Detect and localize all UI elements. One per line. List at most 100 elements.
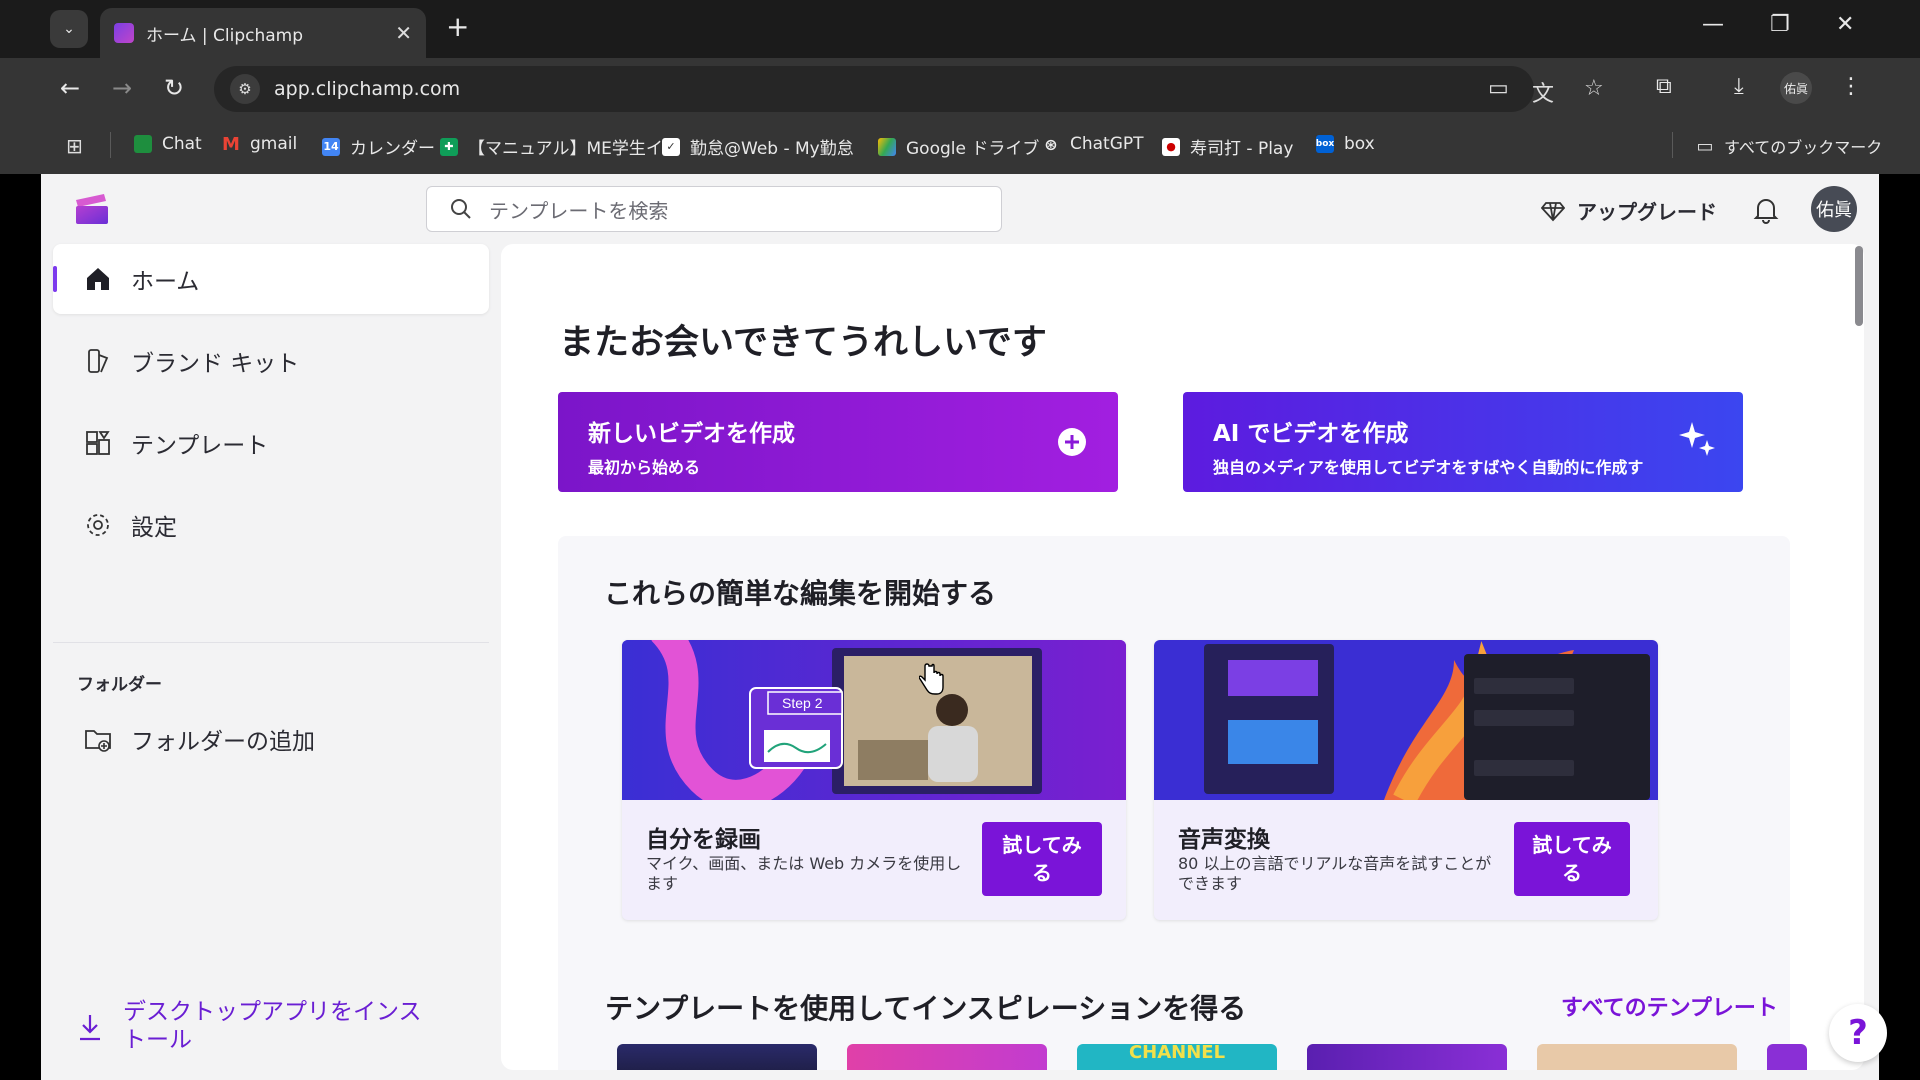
bookmark-drive[interactable]: Google ドライブ (878, 134, 1039, 159)
record-yourself-card[interactable]: Step 2 自分を録画 マイク、画面、または Web カメラを使用します 試し… (622, 640, 1126, 920)
apps-grid-icon[interactable]: ⊞ (66, 134, 83, 158)
bookmark-divider (1672, 132, 1673, 158)
template-thumbnail[interactable] (847, 1044, 1047, 1070)
page-title: またお会いできてうれしいです (559, 323, 1047, 363)
create-new-video-button[interactable]: 新しいビデオを作成 最初から始める (558, 392, 1118, 492)
extensions-icon[interactable]: ⧉ (1656, 74, 1672, 99)
search-icon (451, 199, 471, 219)
clipchamp-logo-icon[interactable] (74, 192, 110, 226)
restore-icon[interactable]: ❐ (1770, 12, 1790, 37)
hand-cursor-icon (919, 663, 944, 695)
avatar[interactable]: 佑眞 (1811, 186, 1857, 232)
step-label: Step 2 (782, 695, 823, 711)
bookmark-label: ChatGPT (1070, 134, 1144, 154)
notifications-bell-icon[interactable] (1753, 196, 1779, 224)
install-app-icon[interactable]: ▭ (1488, 76, 1509, 101)
bookmark-kintai[interactable]: ✓ 勤怠@Web - My勤怠 (662, 134, 854, 159)
template-thumbnail[interactable] (1307, 1044, 1507, 1070)
menu-icon[interactable]: ⋮ (1840, 74, 1862, 99)
diamond-icon (1541, 201, 1565, 221)
bookmark-label: Google ドライブ (906, 139, 1040, 159)
bookmark-box[interactable]: box box (1316, 134, 1375, 154)
bookmark-label: 勤怠@Web - My勤怠 (690, 139, 854, 159)
site-info-icon[interactable]: ⚙ (230, 74, 260, 104)
template-thumbnail[interactable] (1537, 1044, 1737, 1070)
plus-circle-icon (1058, 428, 1086, 456)
card-title: 自分を録画 (646, 827, 761, 853)
browser-toolbar: ← → ↻ ⚙ app.clipchamp.com ▭ 文 ☆ ⧉ ⤓ ⋮ (0, 58, 1920, 120)
template-thumbnail[interactable] (617, 1044, 817, 1070)
text-to-speech-card[interactable]: 音声変換 80 以上の言語でリアルな音声を試すことができます 試してみる (1154, 640, 1658, 920)
all-bookmarks-label: すべてのブックマーク (1724, 138, 1883, 157)
sheet-icon: ✚ (440, 137, 458, 156)
sparkle-icon (1679, 422, 1715, 456)
sidebar-item-brand-kit[interactable]: ブランド キット (53, 326, 489, 396)
sidebar-item-home[interactable]: ホーム (53, 244, 489, 314)
sidebar-item-label: ブランド キット (131, 351, 300, 377)
forward-icon[interactable]: → (112, 74, 132, 102)
bookmark-sushida[interactable]: ● 寿司打 - Play (1162, 134, 1293, 159)
template-thumb-text: CHANNEL (1128, 1044, 1226, 1063)
bookmark-gmail[interactable]: Mgmail (222, 133, 297, 155)
scrollbar[interactable] (1855, 246, 1863, 326)
settings-icon (87, 514, 109, 536)
google-chat-icon (134, 135, 152, 153)
browser-chrome: ⌄ ホーム | Clipchamp ✕ + — ❐ ✕ ← → ↻ ⚙ app.… (0, 0, 1920, 174)
profile-button[interactable]: 佑眞 (1780, 72, 1812, 104)
bookmark-chat[interactable]: Chat (134, 134, 202, 154)
template-thumbnail[interactable]: CHANNEL (1077, 1044, 1277, 1070)
address-bar[interactable]: ⚙ app.clipchamp.com ▭ 文 ☆ (214, 66, 1604, 112)
help-button[interactable]: ? (1829, 1004, 1887, 1062)
sidebar-item-label: テンプレート (131, 433, 269, 459)
reload-icon[interactable]: ↻ (164, 74, 184, 102)
browser-tab[interactable]: ホーム | Clipchamp ✕ (100, 8, 426, 58)
bookmark-manual[interactable]: ✚ 【マニュアル】ME学生イ... (440, 134, 679, 159)
bookmarks-bar: ⊞ Chat Mgmail 14 カレンダー ✚ 【マニュアル】ME学生イ... ✓… (0, 120, 1920, 174)
record-illustration: Step 2 (622, 640, 1126, 800)
template-thumbnail[interactable] (1767, 1044, 1807, 1070)
add-folder-button[interactable]: フォルダーの追加 (53, 704, 489, 774)
tts-illustration (1154, 640, 1658, 800)
sidebar-divider (53, 642, 489, 643)
try-tts-button[interactable]: 試してみる (1514, 822, 1630, 896)
section-heading: これらの簡単な編集を開始する (604, 577, 997, 610)
clipchamp-app: テンプレートを検索 アップグレード 佑眞 ホーム ブランド キット テンプレート… (41, 174, 1887, 1080)
translate-icon[interactable]: 文 (1532, 76, 1554, 108)
cta-subtitle: 最初から始める (588, 458, 701, 477)
download-icon (80, 1015, 100, 1041)
sidebar-item-label: 設定 (131, 515, 177, 541)
bookmark-calendar[interactable]: 14 カレンダー (322, 134, 435, 159)
create-ai-video-button[interactable]: AI でビデオを作成 独自のメディアを使用してビデオをすばやく自動的に作成す (1183, 392, 1743, 492)
bookmark-label: Chat (162, 134, 202, 154)
sidebar-item-templates[interactable]: テンプレート (53, 408, 489, 478)
url-text[interactable]: app.clipchamp.com (274, 78, 460, 100)
chatgpt-icon: ⊛ (1044, 134, 1058, 154)
back-icon[interactable]: ← (60, 74, 80, 102)
brand-kit-icon (88, 349, 109, 373)
bookmark-star-icon[interactable]: ☆ (1584, 76, 1604, 101)
card-title: 音声変換 (1178, 827, 1270, 853)
minimize-icon[interactable]: — (1702, 12, 1724, 37)
card-description: 80 以上の言語でリアルな音声を試すことができます (1178, 854, 1492, 893)
upgrade-button[interactable]: アップグレード (1541, 196, 1717, 225)
sidebar-item-settings[interactable]: 設定 (53, 490, 489, 560)
install-desktop-app-link[interactable]: デスクトップアプリをインストール (77, 998, 423, 1054)
sidebar: ホーム ブランド キット テンプレート 設定 フォルダー フォルダーの追加 デス… (41, 244, 501, 1080)
try-record-button[interactable]: 試してみる (982, 822, 1102, 896)
drive-icon (878, 137, 896, 156)
all-templates-link[interactable]: すべてのテンプレート (1561, 990, 1778, 1022)
bookmark-chatgpt[interactable]: ⊛ ChatGPT (1042, 134, 1144, 154)
home-icon (87, 268, 109, 290)
main-content: またお会いできてうれしいです 新しいビデオを作成 最初から始める AI でビデオ… (501, 244, 1864, 1070)
search-placeholder: テンプレートを検索 (489, 198, 669, 223)
new-tab-button[interactable]: + (446, 12, 469, 42)
cta-title: 新しいビデオを作成 (588, 421, 795, 447)
close-window-icon[interactable]: ✕ (1836, 12, 1854, 37)
bookmark-label: 【マニュアル】ME学生イ... (468, 139, 680, 159)
tab-close-icon[interactable]: ✕ (395, 21, 412, 45)
tab-search-button[interactable]: ⌄ (50, 10, 88, 48)
gmail-icon: M (222, 133, 240, 155)
template-search-input[interactable]: テンプレートを検索 (426, 186, 1002, 232)
downloads-icon[interactable]: ⤓ (1734, 74, 1744, 99)
all-bookmarks[interactable]: ▭ すべてのブックマーク (1696, 134, 1882, 158)
